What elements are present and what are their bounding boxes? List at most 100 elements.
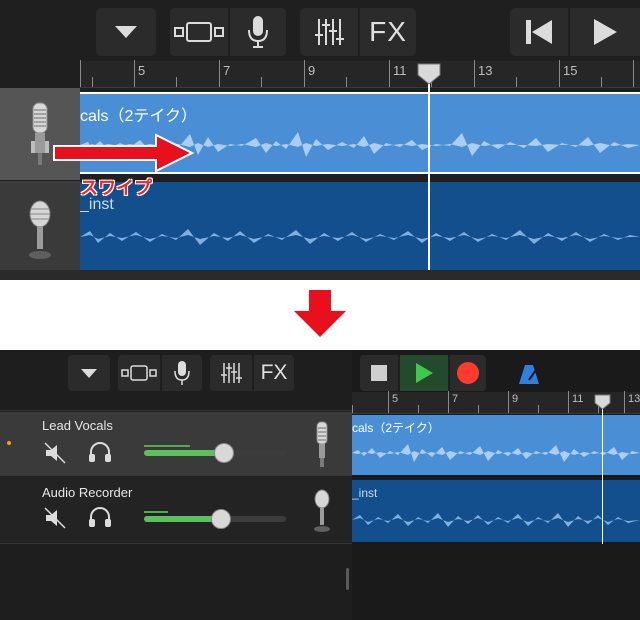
waveform [80,229,640,245]
metronome-icon[interactable] [518,363,540,385]
ruler-label: 9 [308,63,316,78]
ruler-tick [448,391,449,413]
ruler-tick [388,391,389,413]
condenser-mic-icon [31,102,49,165]
track-name: Audio Recorder [42,485,133,500]
ruler-tick [633,60,634,87]
track-name: Lead Vocals [42,418,113,433]
instrument-button[interactable] [230,8,286,56]
sliders-icon [315,19,344,45]
ruler-tick [478,405,479,413]
waveform [352,513,640,527]
dynamic-mic-icon [314,489,330,532]
instrument-button[interactable] [162,355,202,391]
playhead-line[interactable] [602,400,603,544]
swipe-label: スワイプ [80,178,152,198]
top-screen: FX 5 7 9 11 13 15 cals（2テイク） _inst スワイプ [0,0,640,280]
waveform [352,444,640,462]
transport-group [510,8,640,56]
mute-icon[interactable] [44,442,66,464]
browser-button[interactable] [118,355,160,391]
region-inst[interactable]: _inst [80,182,640,270]
ruler-tick [418,405,419,413]
selected-indicator [7,441,11,445]
ruler-label: 7 [452,393,459,405]
region-inst[interactable]: _inst [352,480,640,542]
view-group [118,355,202,391]
dropdown-button[interactable] [96,8,156,56]
microphone-icon [174,361,190,385]
ruler-label: 11 [572,393,584,405]
ruler-tick [516,77,517,87]
ruler-tick [508,391,509,413]
ruler-tick [92,77,93,87]
track-header-inst[interactable] [0,181,80,280]
ruler-label: 13 [628,393,640,405]
playhead-handle-icon[interactable] [594,394,611,410]
play-button[interactable] [570,8,640,56]
bottom-strip [0,270,640,280]
fx-button[interactable]: FX [360,8,416,56]
track-row-lead-vocals[interactable]: Lead Vocals [0,412,352,476]
triangle-down-icon [115,26,137,38]
fx-button[interactable]: FX [254,355,294,391]
play-icon [416,363,433,383]
ruler-label: 11 [393,63,407,78]
region-vocals[interactable]: cals（2テイク） [352,415,640,475]
mixer-fx-group: FX [210,355,294,391]
browser-icon [174,22,224,42]
view-group [170,8,286,56]
mixer-button[interactable] [300,8,358,56]
browser-icon [121,365,157,381]
ruler-tick [624,391,625,413]
region-name: _inst [352,486,378,500]
sliders-icon [221,363,242,383]
ruler-tick [559,60,560,87]
divider [0,410,352,411]
ruler-tick [80,60,81,87]
ruler-label: 7 [223,63,231,78]
ruler-tick [352,405,353,413]
scrollbar[interactable] [346,568,349,590]
down-arrow-icon [294,288,346,337]
ruler-label: 13 [478,63,493,78]
play-icon [594,19,617,45]
track-area: 5 7 9 11 13 cals（2テイク） _inst [352,350,640,620]
track-row-audio-recorder[interactable]: Audio Recorder [0,477,352,543]
ruler-label: 5 [138,63,146,78]
mixer-button[interactable] [210,355,252,391]
track-menu-group [96,8,156,56]
stop-button[interactable] [360,355,398,391]
dropdown-button[interactable] [68,355,110,391]
swipe-arrow-icon [53,133,194,173]
ruler-label: 15 [563,63,578,78]
timeline-ruler[interactable]: 5 7 9 11 13 15 [80,60,640,88]
ruler-tick [601,77,602,87]
ruler-tick [134,60,135,87]
playhead-line[interactable] [428,70,430,276]
microphone-icon [248,16,268,48]
record-button[interactable] [450,355,486,391]
ruler-label: 5 [392,393,399,405]
track-header-panel: FX Lead Vocals Audio Recorder [0,350,352,620]
ruler-tick [474,60,475,87]
headphones-icon[interactable] [88,506,112,528]
bottom-screen: FX Lead Vocals Audio Recorder 5 7 9 11 1… [0,350,640,620]
skip-back-icon [526,20,552,44]
rewind-button[interactable] [510,8,568,56]
playhead-handle-icon[interactable] [417,63,441,85]
ruler-tick [304,60,305,87]
dynamic-mic-icon [29,200,51,259]
ruler-tick [261,77,262,87]
ruler-label: 9 [512,393,519,405]
play-button[interactable] [400,355,448,391]
mute-icon[interactable] [44,507,66,529]
ruler-tick [346,77,347,87]
mixer-fx-group: FX [300,8,416,56]
level-meter [144,445,190,447]
volume-knob[interactable] [214,443,234,463]
browser-button[interactable] [170,8,228,56]
headphones-icon[interactable] [88,441,112,463]
volume-knob[interactable] [211,509,231,529]
ruler-tick [538,405,539,413]
